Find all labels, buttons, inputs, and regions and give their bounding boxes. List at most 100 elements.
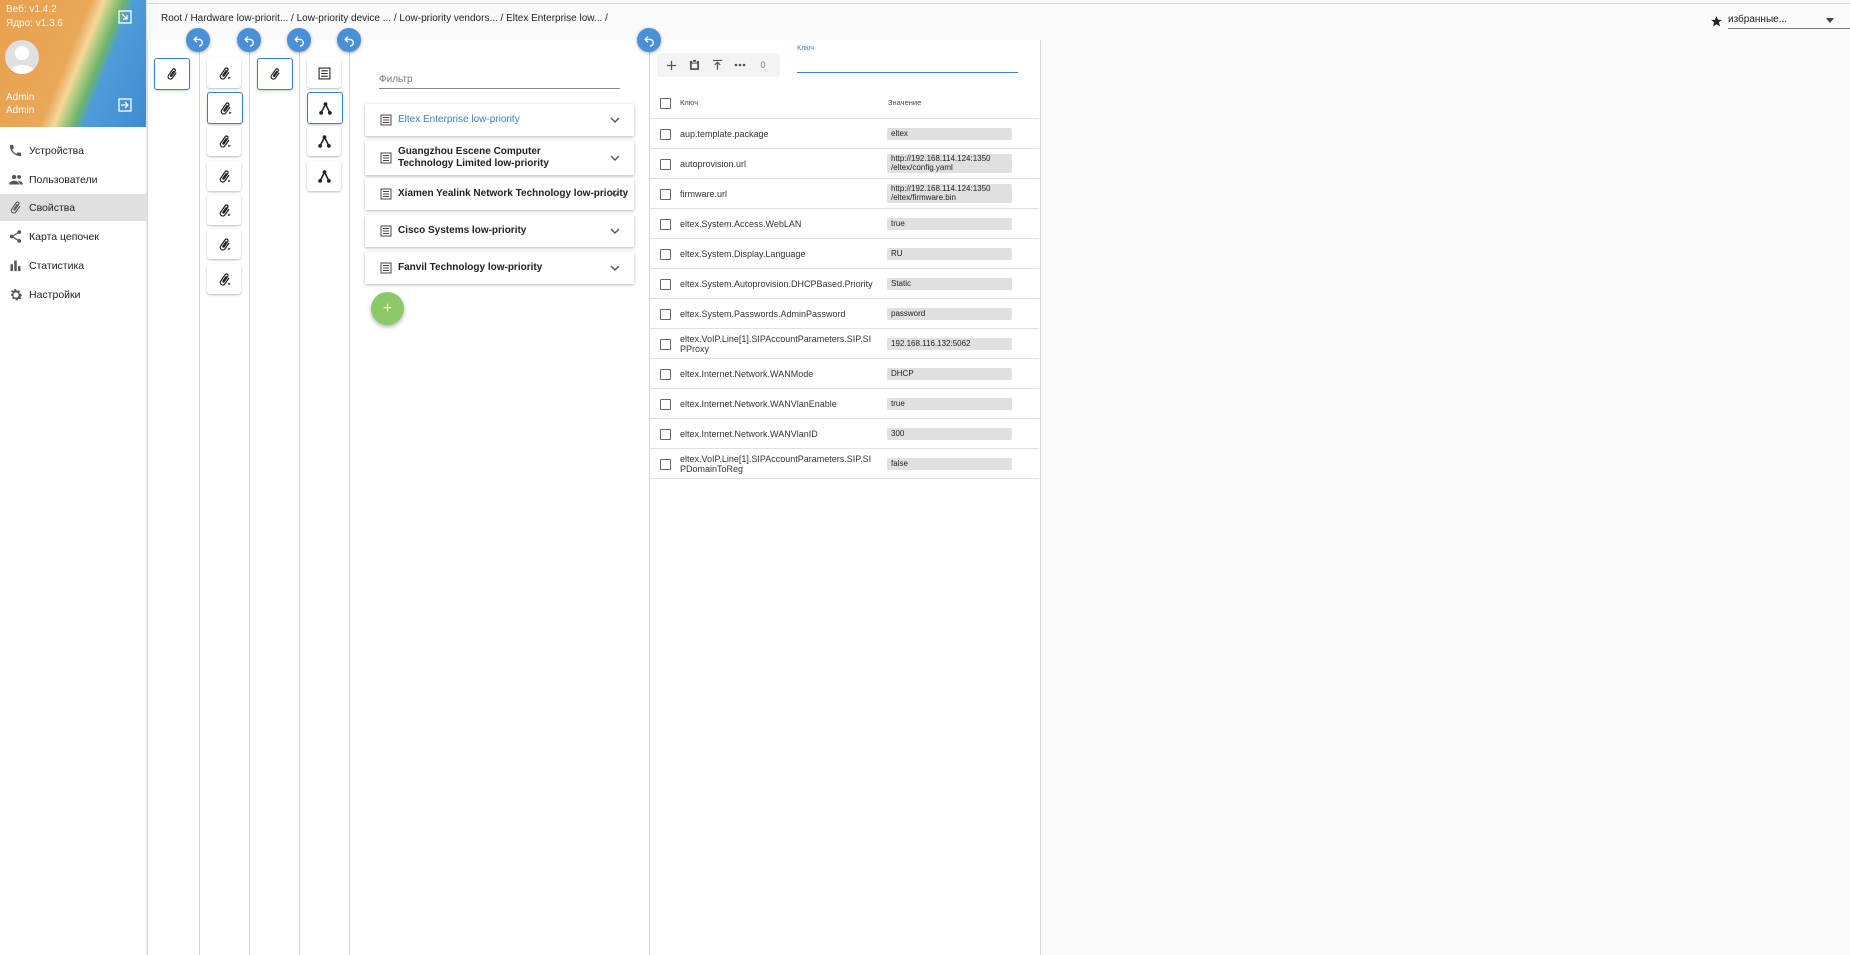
- property-value[interactable]: Static: [887, 278, 1012, 290]
- user-role: Admin: [6, 105, 35, 116]
- undo-column-4-button[interactable]: [337, 28, 361, 52]
- property-value[interactable]: 300: [887, 428, 1012, 440]
- table-row[interactable]: eltex.Internet.Network.WANVlanEnable true: [650, 389, 1039, 419]
- top-divider: [0, 3, 1850, 4]
- chevron-down-icon[interactable]: [610, 115, 620, 125]
- row-checkbox[interactable]: [660, 159, 671, 170]
- property-key: autoprovision.url: [680, 158, 747, 169]
- favorites-select[interactable]: избранные...: [1708, 12, 1850, 30]
- bar-chart-icon: [10, 260, 21, 272]
- table-row[interactable]: eltex.VoIP.Line[1].SIPAccountParameters.…: [650, 329, 1039, 359]
- chevron-down-icon[interactable]: [610, 263, 620, 273]
- attachment-link-button[interactable]: [207, 229, 241, 259]
- sidebar-item-chain-map[interactable]: Карта цепочек: [0, 223, 146, 250]
- property-key: eltex.Internet.Network.WANMode: [680, 368, 814, 379]
- vendor-item[interactable]: Cisco Systems low-priority: [365, 215, 634, 247]
- row-checkbox[interactable]: [660, 369, 671, 380]
- paperclip-arrow-icon: [219, 134, 231, 148]
- property-value[interactable]: password: [887, 308, 1012, 320]
- vertical-align-top-icon: [712, 59, 722, 70]
- property-value[interactable]: false: [887, 458, 1012, 470]
- row-checkbox[interactable]: [660, 219, 671, 230]
- sidebar-item-label: Устройства: [29, 144, 84, 157]
- chain-node-button[interactable]: [307, 92, 343, 124]
- row-checkbox[interactable]: [660, 399, 671, 410]
- row-checkbox[interactable]: [660, 249, 671, 260]
- row-checkbox[interactable]: [660, 309, 671, 320]
- sidebar-item-label: Статистика: [29, 259, 85, 272]
- property-value[interactable]: http://192.168.114.124:1350 /eltex/confi…: [887, 154, 1012, 173]
- more-button[interactable]: [733, 58, 747, 72]
- table-row[interactable]: autoprovision.url http://192.168.114.124:…: [650, 149, 1039, 179]
- add-vendor-button[interactable]: +: [371, 292, 404, 325]
- property-value[interactable]: 192.168.116.132:5062: [887, 338, 1012, 350]
- property-value[interactable]: true: [887, 218, 1012, 230]
- row-checkbox[interactable]: [660, 189, 671, 200]
- table-row[interactable]: eltex.System.Autoprovision.DHCPBased.Pri…: [650, 269, 1039, 299]
- avatar[interactable]: [5, 40, 39, 74]
- chain-node-button[interactable]: [307, 126, 341, 156]
- chevron-down-icon[interactable]: [610, 189, 620, 199]
- table-row[interactable]: eltex.System.Passwords.AdminPassword pass…: [650, 299, 1039, 329]
- collapse-sidebar-icon[interactable]: [118, 10, 134, 26]
- filter-input[interactable]: [379, 70, 620, 89]
- chevron-down-icon[interactable]: [610, 226, 620, 236]
- table-row[interactable]: eltex.System.Access.WebLAN true: [650, 209, 1039, 239]
- table-row[interactable]: eltex.VoIP.Line[1].SIPAccountParameters.…: [650, 449, 1039, 479]
- vendor-item[interactable]: Eltex Enterprise low-priority: [365, 104, 634, 136]
- undo-properties-button[interactable]: [637, 28, 661, 52]
- property-value[interactable]: RU: [887, 248, 1012, 260]
- list-view-button[interactable]: [307, 58, 341, 88]
- add-property-button[interactable]: [664, 58, 678, 72]
- sidebar-item-users[interactable]: Пользователи: [0, 166, 146, 193]
- attachment-link-button[interactable]: [207, 92, 243, 124]
- move-to-top-button[interactable]: [710, 58, 724, 72]
- attachment-link-button[interactable]: [207, 126, 241, 156]
- undo-column-1-button[interactable]: [186, 28, 210, 52]
- row-checkbox[interactable]: [660, 429, 671, 440]
- property-value[interactable]: eltex: [887, 128, 1012, 140]
- favorites-value: избранные...: [1728, 14, 1788, 25]
- sidebar-item-properties[interactable]: Свойства: [0, 194, 146, 221]
- chevron-down-icon[interactable]: [610, 153, 620, 163]
- table-row[interactable]: aup.template.package eltex: [650, 119, 1039, 149]
- vendor-name: Guangzhou Escene Computer Technology Lim…: [398, 146, 549, 169]
- property-value[interactable]: true: [887, 398, 1012, 410]
- attachment-button[interactable]: [154, 58, 190, 90]
- undo-column-2-button[interactable]: [237, 28, 261, 52]
- breadcrumb[interactable]: Root / Hardware low-priorit... / Low-pri…: [161, 13, 608, 24]
- attachment-link-button[interactable]: [207, 161, 241, 191]
- table-row[interactable]: eltex.Internet.Network.WANVlanID 300: [650, 419, 1039, 449]
- list-icon: [380, 225, 392, 237]
- properties-table-header: Ключ Значение: [650, 90, 1039, 119]
- sidebar-item-devices[interactable]: Устройства: [0, 137, 146, 164]
- web-version: Веб: v1.4.2: [6, 4, 57, 15]
- vendor-item[interactable]: Xiamen Yealink Network Technology low-pr…: [365, 178, 634, 210]
- property-value[interactable]: http://192.168.114.124:1350 /eltex/firmw…: [887, 184, 1012, 203]
- key-search-input[interactable]: [797, 56, 1018, 73]
- sidebar-item-settings[interactable]: Настройки: [0, 281, 146, 308]
- sidebar-item-statistics[interactable]: Статистика: [0, 252, 146, 279]
- table-row[interactable]: eltex.System.Display.Language RU: [650, 239, 1039, 269]
- attachment-link-button[interactable]: [207, 195, 241, 225]
- undo-icon: [192, 35, 203, 47]
- row-checkbox[interactable]: [660, 459, 671, 470]
- vendor-item[interactable]: Fanvil Technology low-priority: [365, 252, 634, 284]
- logout-icon[interactable]: [118, 98, 134, 114]
- row-checkbox[interactable]: [660, 279, 671, 290]
- row-checkbox[interactable]: [660, 339, 671, 350]
- chain-node-button[interactable]: [307, 161, 341, 191]
- vendor-item[interactable]: Guangzhou Escene Computer Technology Lim…: [365, 141, 634, 175]
- paste-button[interactable]: [687, 58, 701, 72]
- table-row[interactable]: firmware.url http://192.168.114.124:1350 …: [650, 179, 1039, 209]
- select-all-checkbox[interactable]: [660, 98, 671, 109]
- property-value[interactable]: DHCP: [887, 368, 1012, 380]
- attachment-link-button[interactable]: [207, 58, 241, 88]
- vendor-name: Eltex Enterprise low-priority: [398, 114, 520, 125]
- attachment-button[interactable]: [257, 58, 293, 90]
- row-checkbox[interactable]: [660, 129, 671, 140]
- paperclip-icon: [270, 68, 280, 80]
- table-row[interactable]: eltex.Internet.Network.WANMode DHCP: [650, 359, 1039, 389]
- undo-column-3-button[interactable]: [287, 28, 311, 52]
- attachment-link-button[interactable]: [207, 264, 241, 294]
